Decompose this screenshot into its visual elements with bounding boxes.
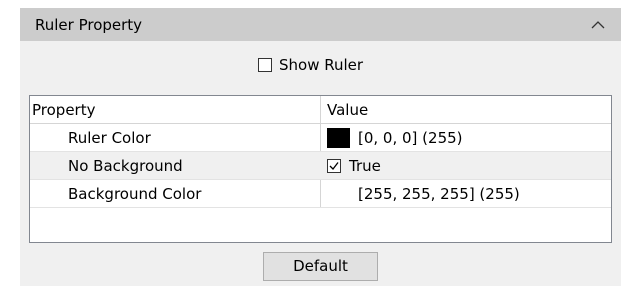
show-ruler-label: Show Ruler: [279, 56, 364, 74]
show-ruler-checkbox-box[interactable]: [258, 58, 272, 72]
grid-row-background-color[interactable]: Background Color [255, 255, 255] (255): [30, 180, 611, 208]
property-value[interactable]: [255, 255, 255] (255): [358, 180, 520, 208]
property-name: Background Color: [68, 185, 202, 203]
default-button[interactable]: Default: [263, 252, 378, 281]
property-grid: Property Value Ruler Color [0, 0, 0] (25…: [29, 95, 612, 243]
ruler-property-panel: Ruler Property Show Ruler Property Value…: [20, 8, 621, 286]
property-name: Ruler Color: [68, 129, 151, 147]
no-background-value: True: [349, 157, 381, 175]
property-value[interactable]: [0, 0, 0] (255): [327, 124, 463, 152]
color-swatch: [327, 128, 350, 148]
chevron-up-icon[interactable]: [591, 21, 605, 29]
panel-header[interactable]: Ruler Property: [20, 8, 621, 41]
property-column-header[interactable]: Property: [32, 96, 95, 124]
grid-row-no-background[interactable]: No Background True: [30, 152, 611, 180]
no-background-checkbox[interactable]: [327, 159, 341, 173]
property-name: No Background: [68, 157, 183, 175]
grid-row-ruler-color[interactable]: Ruler Color [0, 0, 0] (255): [30, 124, 611, 152]
panel-title: Ruler Property: [35, 16, 143, 34]
show-ruler-checkbox[interactable]: Show Ruler: [258, 54, 363, 76]
checkmark-icon: [329, 162, 339, 170]
value-column-header[interactable]: Value: [327, 96, 368, 124]
ruler-color-value: [0, 0, 0] (255): [358, 129, 463, 147]
grid-header-row: Property Value: [30, 96, 611, 124]
property-value[interactable]: True: [327, 152, 381, 180]
